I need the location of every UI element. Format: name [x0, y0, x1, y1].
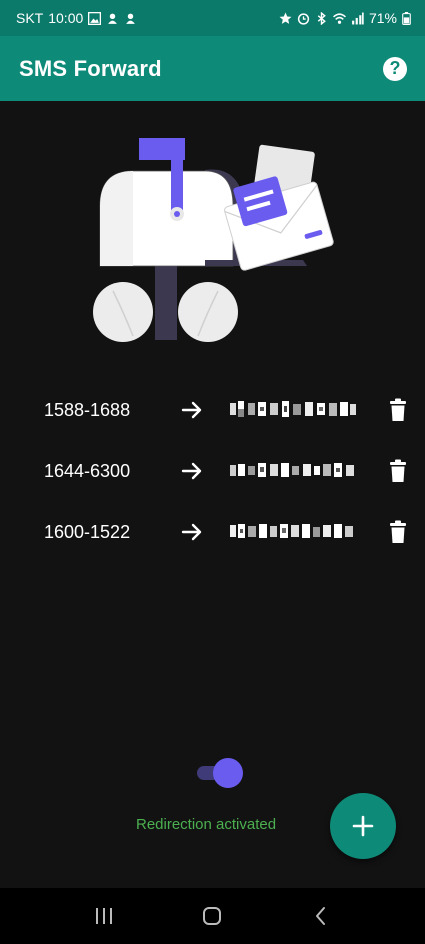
recents-button[interactable] [84, 896, 124, 936]
plus-icon [352, 815, 374, 837]
arrow-right-icon [181, 523, 202, 541]
target-number-redacted [230, 463, 354, 477]
gallery-icon [88, 11, 102, 25]
delete-icon[interactable] [388, 520, 408, 544]
help-icon: ? [389, 58, 401, 78]
status-bar: SKT 10:00 71% [0, 0, 425, 36]
status-left: SKT 10:00 [16, 10, 137, 26]
delete-icon[interactable] [388, 398, 408, 422]
clock-label: 10:00 [48, 10, 84, 26]
signal-icon [352, 12, 364, 24]
home-icon [203, 907, 222, 925]
forward-rule-row: 1600-1522 [0, 512, 425, 552]
forward-rule-row: 1588-1688 [0, 390, 425, 430]
arrow-right-icon [181, 401, 202, 419]
alarm-icon [297, 12, 310, 25]
battery-icon [402, 11, 411, 25]
source-number: 1588-1688 [44, 399, 131, 420]
home-button[interactable] [192, 896, 232, 936]
mailbox-illustration [93, 138, 334, 342]
app-title: SMS Forward [19, 55, 162, 81]
redirection-status-text: Redirection activated [136, 816, 277, 833]
redirection-toggle[interactable] [195, 757, 245, 789]
notification-icon [108, 13, 118, 24]
notification-icon [126, 13, 136, 24]
wifi-icon [333, 12, 346, 24]
add-rule-button[interactable] [330, 793, 396, 859]
battery-percent: 71% [368, 10, 397, 26]
app-bar: SMS Forward ? [0, 36, 425, 101]
arrow-right-icon [181, 462, 202, 480]
help-button[interactable]: ? [383, 56, 407, 81]
carrier-label: SKT [16, 10, 44, 26]
toggle-thumb [213, 758, 243, 788]
target-number-redacted [230, 524, 353, 538]
source-number: 1600-1522 [44, 521, 131, 542]
star-icon [279, 12, 292, 24]
bluetooth-icon [317, 11, 326, 25]
system-nav-bar [0, 888, 425, 944]
target-number-redacted [230, 401, 356, 417]
recents-icon [96, 908, 113, 924]
back-button[interactable] [301, 896, 341, 936]
source-number: 1644-6300 [44, 460, 131, 481]
delete-icon[interactable] [388, 459, 408, 483]
status-right: 71% [279, 10, 411, 26]
back-icon [315, 907, 325, 925]
forward-rule-row: 1644-6300 [0, 451, 425, 491]
